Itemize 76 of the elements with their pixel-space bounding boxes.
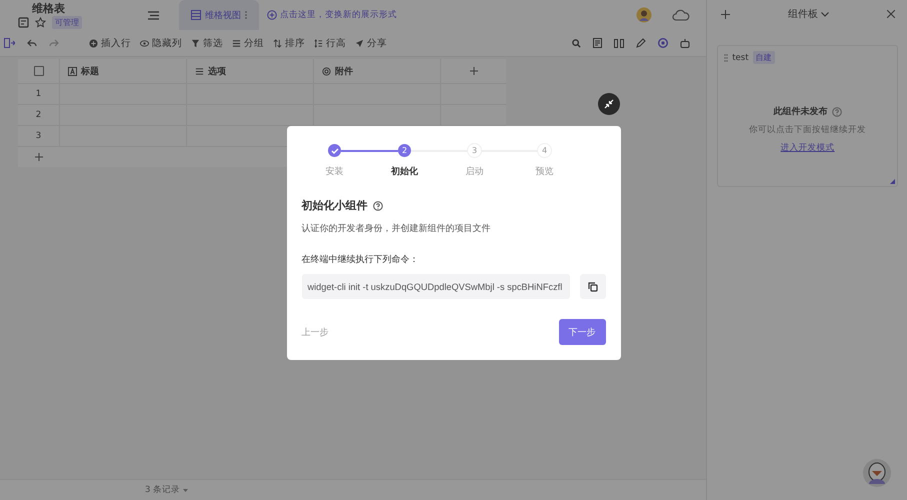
step-indicator: 2	[398, 144, 411, 157]
undo-icon[interactable]	[27, 39, 37, 47]
star-icon[interactable]	[35, 17, 46, 28]
dev-mode-link[interactable]: 进入开发模式	[780, 142, 835, 154]
avatar-icon[interactable]	[636, 7, 652, 23]
command-label: 在终端中继续执行下列命令：	[302, 254, 420, 266]
back-button[interactable]: 上一步	[302, 326, 328, 338]
widget-hint: 你可以点击下面按钮继续开发	[749, 124, 866, 136]
lines-icon	[232, 38, 241, 48]
drag-handle-icon[interactable]	[724, 54, 728, 62]
sort-icon	[273, 38, 282, 48]
widget-name: test	[732, 52, 749, 62]
panel-toggle-icon[interactable]	[4, 38, 15, 48]
dialog-title: 初始化小组件	[302, 198, 368, 213]
step-label: 启动	[466, 166, 484, 178]
widget-icon[interactable]	[658, 38, 668, 48]
columns-icon[interactable]	[614, 38, 624, 48]
robot-icon[interactable]	[680, 38, 690, 48]
column-header[interactable]: 选项	[187, 59, 314, 83]
add-view-link[interactable]: 点击这里，变换新的展示形式	[267, 9, 397, 21]
step-indicator: 3	[468, 144, 481, 157]
plus-circle-icon	[267, 10, 277, 20]
next-button[interactable]: 下一步	[558, 319, 606, 345]
search-icon[interactable]	[572, 38, 582, 48]
close-icon[interactable]	[887, 10, 895, 18]
permission-badge: 可管理	[52, 16, 82, 29]
form-icon[interactable]	[593, 38, 602, 48]
pen-icon[interactable]	[636, 38, 646, 48]
eye-icon	[140, 38, 149, 48]
step-label: 安装	[326, 166, 344, 178]
widget-status: 此组件未发布	[774, 105, 828, 118]
row-number: 3	[36, 131, 42, 141]
attachment-icon	[322, 66, 331, 76]
toolbar-button[interactable]: 插入行	[89, 36, 131, 50]
document-icon[interactable]	[18, 17, 29, 28]
panel-title[interactable]: 组件板	[788, 7, 830, 21]
mascot-drawing[interactable]	[862, 458, 892, 488]
dialog-description: 认证你的开发者身份，并创建新组件的项目文件	[302, 222, 492, 235]
row-height-icon	[314, 38, 323, 48]
add-column-icon[interactable]	[470, 67, 478, 75]
toolbar-button[interactable]: 排序	[273, 36, 305, 50]
step-indicator: 4	[538, 144, 551, 157]
row-number: 1	[36, 89, 42, 99]
toolbar-button[interactable]: 筛选	[191, 36, 223, 50]
toolbar-button[interactable]: 行高	[314, 36, 346, 50]
column-header[interactable]: 标题	[60, 59, 187, 83]
plus-circle-icon	[89, 38, 98, 48]
resize-icon[interactable]	[890, 179, 895, 184]
toolbar-button[interactable]: 分组	[232, 36, 264, 50]
help-icon[interactable]	[372, 200, 382, 210]
record-count: 3 条记录	[145, 484, 180, 496]
step-label: 初始化	[391, 165, 418, 178]
copy-button[interactable]	[580, 274, 606, 299]
chevron-down-icon	[821, 12, 830, 16]
sheet-title: 维格表	[32, 1, 66, 16]
row-number: 2	[36, 110, 42, 120]
add-row-icon[interactable]	[35, 153, 43, 161]
select-all-checkbox[interactable]	[34, 66, 44, 76]
widget-tag: 自建	[752, 51, 775, 64]
grid-icon	[191, 10, 201, 20]
cloud-icon[interactable]	[672, 9, 690, 21]
text-field-icon	[68, 66, 77, 76]
list-icon	[195, 66, 204, 76]
copy-icon	[588, 282, 598, 292]
send-icon	[355, 38, 364, 48]
view-tab[interactable]: 维格视图	[179, 0, 259, 30]
toolbar-button[interactable]: 分享	[355, 36, 387, 50]
filter-icon	[191, 38, 200, 48]
collapse-icon[interactable]	[598, 93, 620, 115]
add-icon[interactable]	[721, 10, 730, 18]
command-field[interactable]: widget-cli init -t uskzuDqGQUDpdleQVSwMbjl -s spcBHiNFczfl	[302, 274, 570, 299]
caret-icon[interactable]	[183, 488, 188, 492]
step-label: 预览	[536, 166, 554, 178]
column-header[interactable]: 附件	[314, 59, 441, 83]
menu-icon[interactable]	[148, 10, 159, 20]
toolbar-button[interactable]: 隐藏列	[140, 36, 182, 50]
